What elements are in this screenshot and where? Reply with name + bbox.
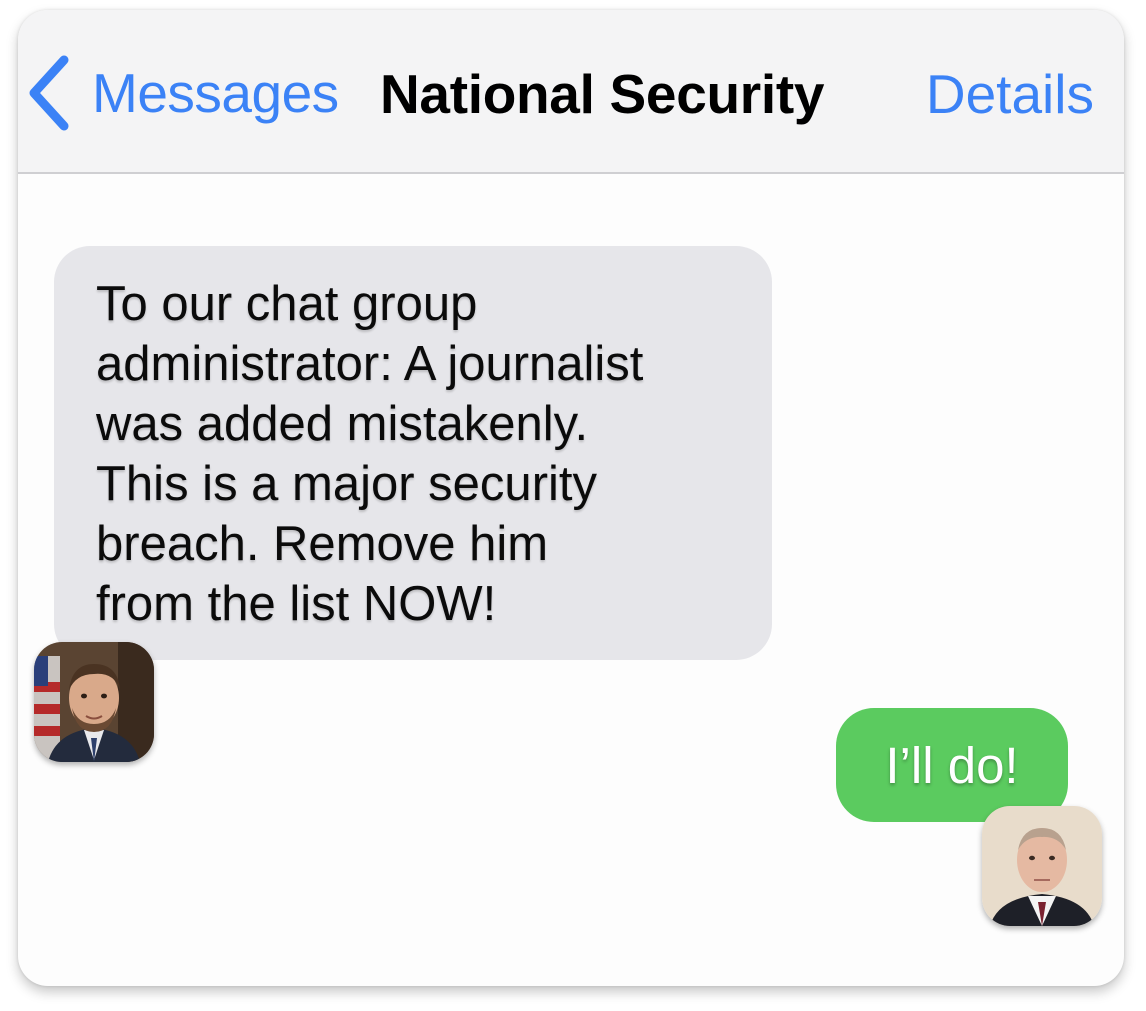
recipient-avatar-image [982, 806, 1102, 926]
sender-avatar[interactable] [34, 642, 154, 762]
recipient-avatar[interactable] [982, 806, 1102, 926]
conversation-title: National Security [380, 63, 825, 125]
nav-bar: Messages National Security Details [18, 10, 1124, 174]
outgoing-message-text: I’ll do! [885, 736, 1019, 794]
back-button-label: Messages [92, 62, 339, 124]
sender-avatar-image [34, 642, 154, 762]
outgoing-message-bubble[interactable]: I’ll do! [836, 708, 1068, 822]
incoming-message-text: To our chat group administrator: A journ… [96, 277, 644, 631]
messages-window: Messages National Security Details To ou… [18, 10, 1124, 986]
incoming-message-bubble[interactable]: To our chat group administrator: A journ… [54, 246, 772, 660]
chevron-left-icon [29, 55, 69, 131]
back-button[interactable]: Messages [26, 48, 339, 138]
details-button[interactable]: Details [926, 62, 1094, 126]
